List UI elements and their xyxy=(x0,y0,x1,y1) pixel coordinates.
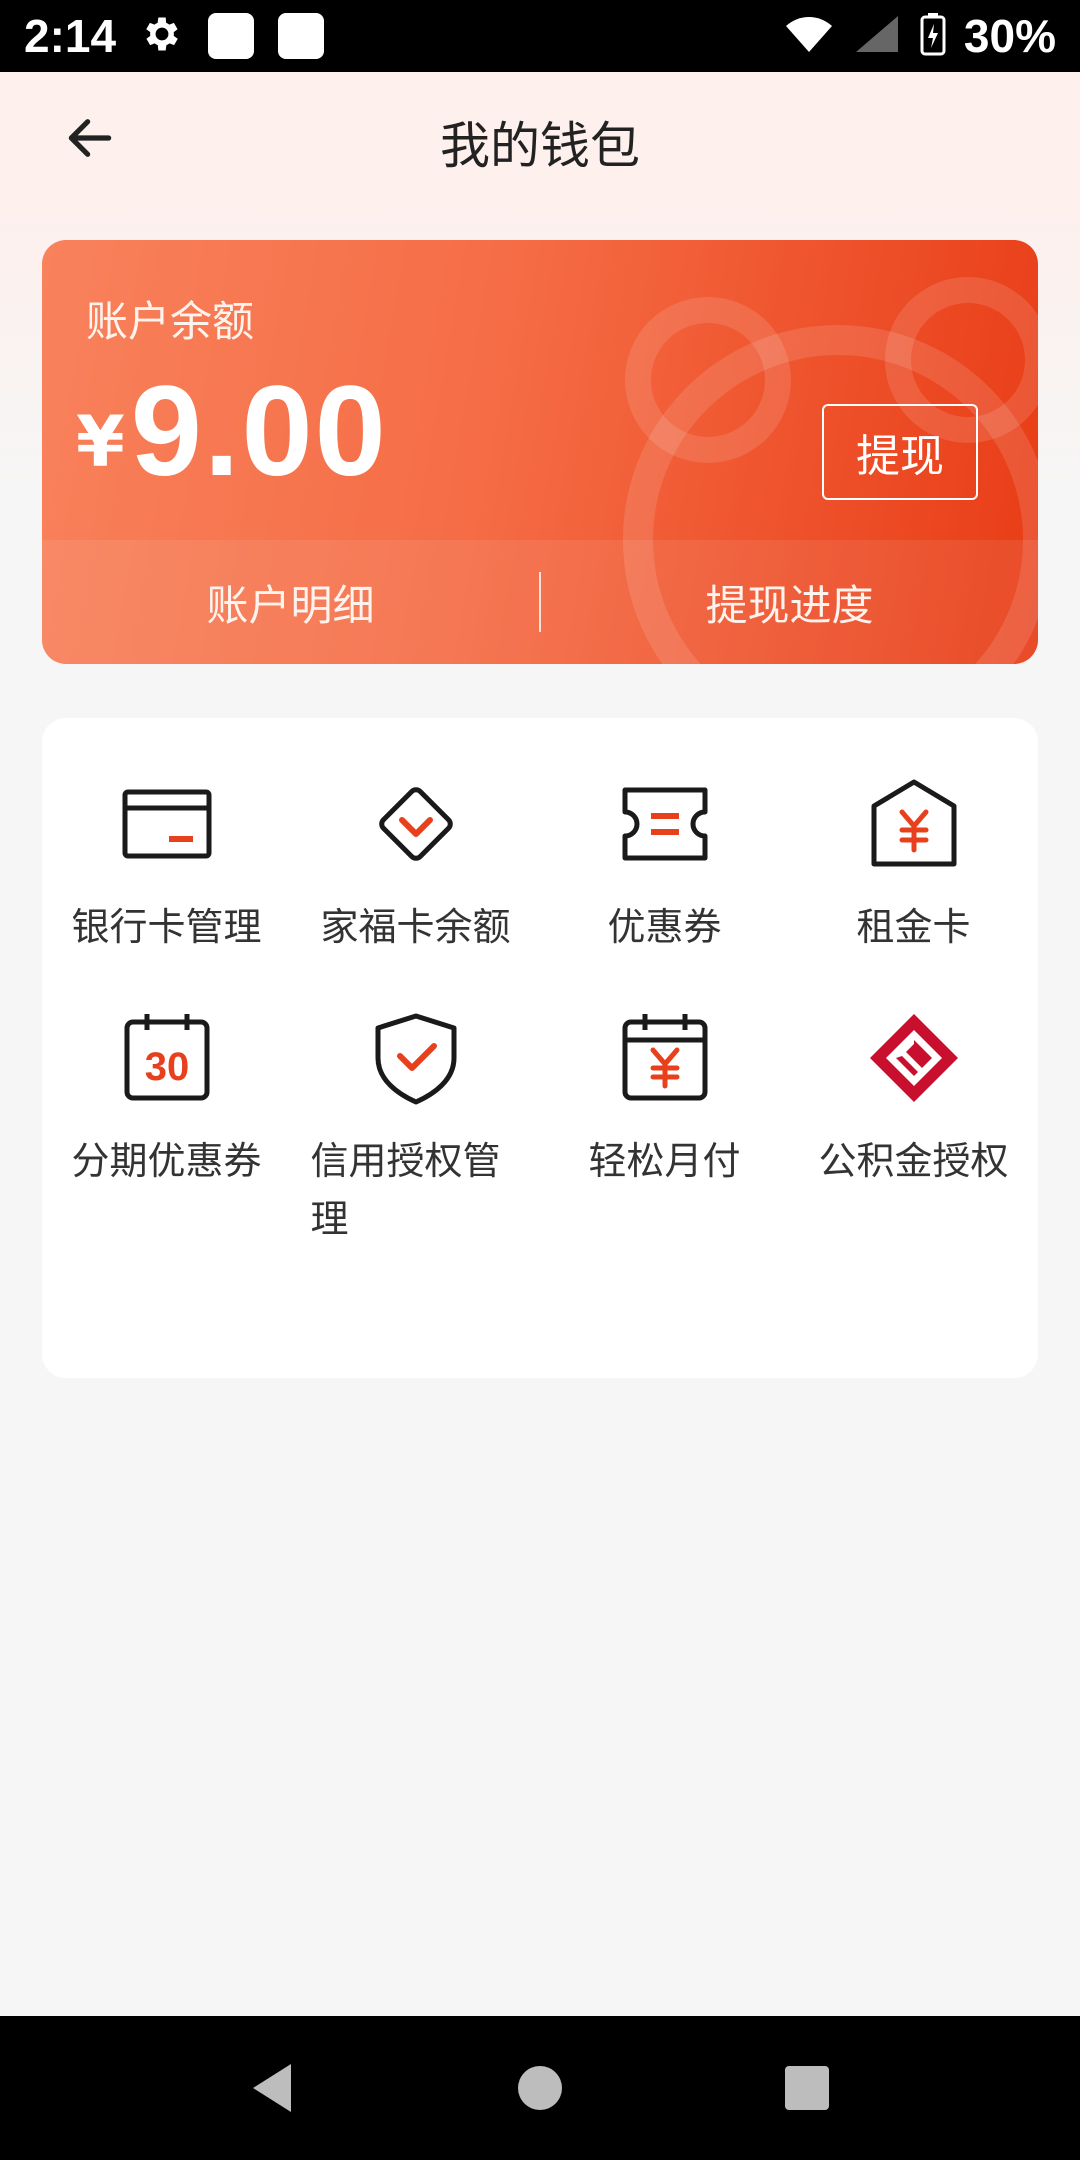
account-details-link[interactable]: 账户明细 xyxy=(42,572,539,633)
svg-text:30: 30 xyxy=(144,1045,189,1089)
services-panel: 银行卡管理 家福卡余额 优惠券 租金卡 30 分期优惠券 信用授权管理 轻松月付… xyxy=(42,718,1038,1378)
service-label: 分期优惠券 xyxy=(71,1139,262,1183)
nav-recents-button[interactable] xyxy=(767,2048,847,2128)
app-header: 我的钱包 xyxy=(0,72,1080,204)
service-coupon[interactable]: 优惠券 xyxy=(540,774,789,956)
service-rent-card[interactable]: 租金卡 xyxy=(789,774,1038,956)
notification-icon xyxy=(278,13,325,59)
housing-fund-logo-icon xyxy=(864,1008,964,1108)
service-label: 优惠券 xyxy=(607,905,722,949)
services-grid: 银行卡管理 家福卡余额 优惠券 租金卡 30 分期优惠券 信用授权管理 轻松月付… xyxy=(42,774,1038,1248)
service-label: 信用授权管理 xyxy=(310,1139,501,1241)
status-time: 2:14 xyxy=(24,10,117,62)
nav-home-button[interactable] xyxy=(500,2048,580,2128)
service-label: 家福卡余额 xyxy=(320,905,511,949)
service-label: 轻松月付 xyxy=(588,1139,741,1183)
shield-check-icon xyxy=(366,1008,466,1108)
service-label: 银行卡管理 xyxy=(71,905,262,949)
calendar-yuan-icon xyxy=(615,1008,715,1108)
service-installment-coupon[interactable]: 30 分期优惠券 xyxy=(42,1008,291,1248)
square-recents-icon xyxy=(784,2066,829,2110)
service-label: 公积金授权 xyxy=(818,1139,1009,1183)
system-nav-bar xyxy=(0,2016,1080,2160)
service-bank-card[interactable]: 银行卡管理 xyxy=(42,774,291,956)
service-credit-auth[interactable]: 信用授权管理 xyxy=(291,1008,540,1248)
balance-card: 账户余额 ¥ 9.00 提现 账户明细 提现进度 xyxy=(42,240,1038,664)
card-footer: 账户明细 提现进度 xyxy=(42,540,1038,664)
battery-percent: 30% xyxy=(963,10,1056,62)
rent-card-icon xyxy=(864,774,964,874)
service-label: 租金卡 xyxy=(856,905,971,949)
withdraw-button[interactable]: 提现 xyxy=(822,404,978,500)
balance-label: 账户余额 xyxy=(86,297,255,346)
triangle-back-icon xyxy=(253,2064,292,2112)
currency-symbol: ¥ xyxy=(76,401,125,483)
settings-icon xyxy=(140,12,184,60)
status-bar: 2:14 30% xyxy=(0,0,1080,72)
bank-card-icon xyxy=(117,774,217,874)
notification-icon xyxy=(208,13,255,59)
withdraw-progress-link[interactable]: 提现进度 xyxy=(541,572,1038,633)
circle-home-icon xyxy=(517,2066,562,2110)
wifi-icon xyxy=(784,14,834,58)
battery-icon xyxy=(920,12,946,60)
page-title: 我的钱包 xyxy=(440,117,640,175)
service-housing-fund-auth[interactable]: 公积金授权 xyxy=(789,1008,1038,1248)
service-family-card[interactable]: 家福卡余额 xyxy=(291,774,540,956)
service-easy-monthly-pay[interactable]: 轻松月付 xyxy=(540,1008,789,1248)
diamond-card-icon xyxy=(366,774,466,874)
balance-value: 9.00 xyxy=(130,360,388,503)
balance-amount: ¥ 9.00 xyxy=(76,358,388,505)
coupon-icon xyxy=(615,774,715,874)
calendar-30-icon: 30 xyxy=(117,1008,217,1108)
signal-icon xyxy=(852,14,902,58)
nav-back-button[interactable] xyxy=(233,2048,313,2128)
